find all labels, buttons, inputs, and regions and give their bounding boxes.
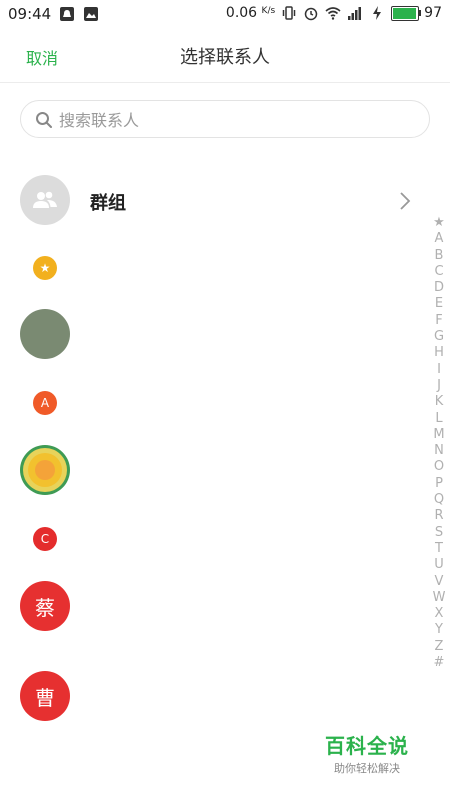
watermark-logo: 百科全说 助你轻松解决 [322, 730, 412, 776]
header: 取消 选择联系人 [0, 28, 450, 83]
chevron-right-icon [400, 192, 411, 210]
battery-percent: 97 [424, 5, 442, 21]
index-letter[interactable]: ★ [433, 215, 445, 231]
index-letter[interactable]: J [437, 378, 441, 394]
index-letter[interactable]: # [434, 655, 445, 671]
notification-app-icon [60, 7, 75, 21]
groups-label: 群组 [90, 193, 126, 214]
watermark-subtitle: 助你轻松解决 [334, 762, 400, 775]
index-letter[interactable]: W [433, 590, 446, 606]
index-letter[interactable]: F [435, 313, 442, 329]
network-speed: 0.06 K/s [226, 5, 275, 21]
index-letter[interactable]: S [435, 525, 443, 541]
search-box[interactable] [20, 100, 430, 139]
battery-indicator: 97 [391, 5, 442, 21]
index-letter[interactable]: C [434, 264, 443, 280]
section-header-starred: ★ [33, 256, 57, 280]
contact-row[interactable]: 蔡 [0, 581, 425, 633]
battery-tip [419, 10, 422, 16]
index-letter[interactable]: Y [435, 622, 443, 638]
index-letter[interactable]: Q [434, 492, 444, 508]
charging-icon [373, 6, 382, 20]
index-letter[interactable]: X [435, 606, 444, 622]
status-left: 09:44 [8, 5, 99, 23]
contact-row[interactable] [0, 445, 425, 497]
index-letter[interactable]: O [434, 459, 444, 475]
page-title: 选择联系人 [180, 47, 270, 68]
index-letter[interactable]: A [435, 231, 444, 247]
index-letter[interactable]: U [434, 557, 444, 573]
wifi-icon [325, 7, 341, 20]
index-letter[interactable]: N [434, 443, 444, 459]
status-right: 0.06 K/s 97 [226, 5, 442, 21]
battery-level [393, 7, 417, 19]
battery-icon [391, 5, 420, 21]
alarm-icon [304, 7, 318, 21]
notification-image-icon [84, 7, 99, 21]
index-letter[interactable]: G [434, 329, 444, 345]
lion-icon [28, 453, 62, 487]
network-speed-value: 0.06 [225, 5, 258, 21]
search-input[interactable] [57, 101, 421, 139]
status-time: 09:44 [8, 5, 52, 23]
index-letter[interactable]: K [435, 394, 444, 410]
index-letter[interactable]: L [435, 411, 442, 427]
contact-avatar-letter: 蔡 [20, 581, 70, 631]
index-letter[interactable]: M [433, 427, 444, 443]
index-letter[interactable]: Z [435, 639, 444, 655]
search-icon [36, 112, 52, 128]
contact-row[interactable] [0, 309, 425, 361]
lion-face-inner [35, 460, 55, 480]
index-letter[interactable]: T [435, 541, 443, 557]
alphabet-index[interactable]: ★ A B C D E F G H I J K L M N O P Q R S T U V W X Y Z # [432, 215, 446, 671]
vibrate-icon [282, 6, 296, 20]
index-letter[interactable]: B [435, 248, 444, 264]
network-speed-unit: K/s [261, 6, 276, 16]
contact-avatar-letter: 曹 [20, 671, 70, 721]
contact-avatar-photo [20, 309, 70, 359]
contact-row[interactable]: 曹 [0, 671, 425, 723]
groups-row[interactable]: 群组 [0, 175, 425, 227]
index-letter[interactable]: I [437, 362, 441, 378]
group-avatar [20, 175, 70, 225]
people-icon [33, 191, 57, 208]
watermark-title: 百科全说 [325, 734, 409, 758]
status-bar: 09:44 0.06 K/s 97 [0, 0, 450, 28]
index-letter[interactable]: E [435, 296, 443, 312]
index-letter[interactable]: P [435, 476, 443, 492]
section-header-a: A [33, 391, 57, 415]
index-letter[interactable]: H [434, 345, 444, 361]
index-letter[interactable]: R [434, 508, 443, 524]
signal-icon [348, 7, 362, 20]
index-letter[interactable]: V [435, 574, 444, 590]
index-letter[interactable]: D [434, 280, 444, 296]
contact-avatar-lion [20, 445, 70, 495]
section-header-c: C [33, 527, 57, 551]
